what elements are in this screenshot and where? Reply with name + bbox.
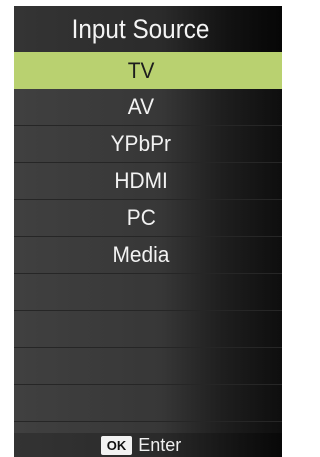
source-item-hdmi[interactable]: HDMI xyxy=(14,163,282,200)
screen-frame: Input Source TV AV YPbPr HDMI PC Media O… xyxy=(0,0,289,457)
menu-title: Input Source xyxy=(72,13,210,44)
source-item-label: AV xyxy=(127,94,155,119)
source-item-tv[interactable]: TV xyxy=(14,52,282,89)
source-item-label: Media xyxy=(112,242,170,267)
input-source-menu: Input Source TV AV YPbPr HDMI PC Media O… xyxy=(14,6,282,457)
menu-header: Input Source xyxy=(14,6,282,52)
source-item-pc[interactable]: PC xyxy=(14,200,282,237)
source-item-media[interactable]: Media xyxy=(14,237,282,274)
source-item-ypbpr[interactable]: YPbPr xyxy=(14,126,282,163)
source-item-label: PC xyxy=(126,205,156,230)
empty-row xyxy=(14,274,282,311)
menu-footer: OK Enter xyxy=(14,433,282,457)
ok-key-icon: OK xyxy=(100,435,133,455)
empty-row xyxy=(14,311,282,348)
source-list: TV AV YPbPr HDMI PC Media xyxy=(14,52,282,433)
source-item-label: HDMI xyxy=(114,168,168,193)
source-item-av[interactable]: AV xyxy=(14,89,282,126)
enter-hint: Enter xyxy=(138,434,182,455)
empty-row xyxy=(14,385,282,422)
source-item-label: YPbPr xyxy=(110,131,172,156)
empty-row xyxy=(14,348,282,385)
source-item-label: TV xyxy=(127,57,155,83)
